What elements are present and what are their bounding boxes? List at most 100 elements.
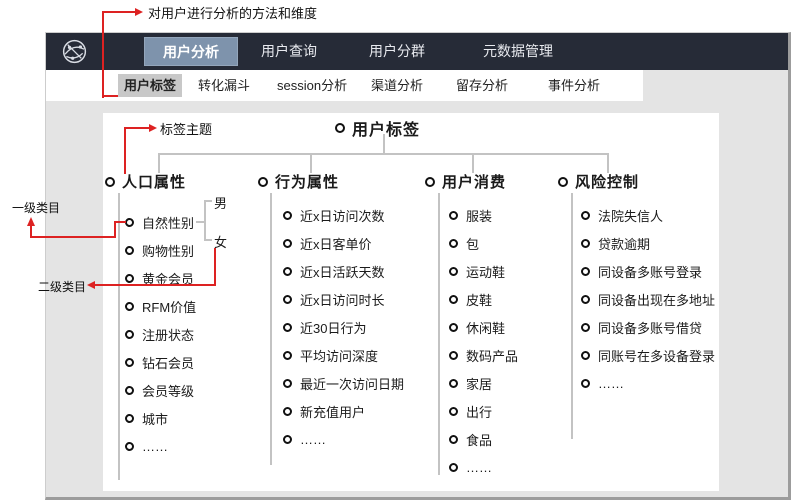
tag-value-male: 男	[214, 196, 228, 211]
node-circle-icon	[258, 176, 268, 187]
node-circle-icon	[449, 351, 458, 360]
subtab-conversion-funnel[interactable]: 转化漏斗	[198, 70, 250, 101]
annotation-analysis-methods: 对用户进行分析的方法和维度	[148, 6, 318, 21]
tree-item-label: 同账号在多设备登录	[598, 349, 716, 364]
tree-item-label: 城市	[142, 412, 169, 427]
tree-item-label: 数码产品	[466, 349, 519, 364]
annotation-arrowhead-icon	[87, 281, 95, 289]
tree-item: 贷款逾期	[581, 235, 715, 252]
tree-item-label: 休闲鞋	[466, 321, 506, 336]
subtab-user-tags[interactable]: 用户标签	[118, 74, 182, 97]
branch-heading-label: 用户消费	[442, 174, 507, 191]
tree-item: 近x日客单价	[283, 235, 404, 252]
tree-item: 平均访问深度	[283, 347, 404, 364]
node-circle-icon	[449, 295, 458, 304]
annotation-arrow-segment	[126, 127, 149, 129]
tree-item: 自然性别	[125, 214, 196, 231]
node-circle-icon	[335, 123, 345, 133]
tree-item-label: 贷款逾期	[598, 237, 651, 252]
subtab-event-analysis[interactable]: 事件分析	[548, 70, 600, 101]
node-circle-icon	[105, 176, 115, 187]
tree-item: RFM价值	[125, 298, 196, 315]
tree-item-label: 近x日访问时长	[300, 293, 385, 308]
nav-tab-user-segmentation[interactable]: 用户分群	[369, 33, 425, 70]
subtab-channel-analysis[interactable]: 渠道分析	[371, 70, 423, 101]
tree-item: ……	[125, 438, 196, 455]
tree-connector	[206, 200, 212, 202]
node-circle-icon	[283, 295, 292, 304]
node-circle-icon	[125, 330, 134, 339]
tree-root: 用户标签	[335, 116, 420, 140]
tree-connector	[204, 200, 206, 241]
tree-item: 食品	[449, 431, 518, 448]
tree-connector	[118, 193, 120, 480]
node-circle-icon	[125, 302, 134, 311]
annotation-arrowhead-icon	[135, 8, 143, 16]
tree-item: 注册状态	[125, 326, 196, 343]
node-circle-icon	[283, 323, 292, 332]
tree-item: 出行	[449, 403, 518, 420]
tree-item: 休闲鞋	[449, 319, 518, 336]
tree-item: 近x日访问时长	[283, 291, 404, 308]
tree-item-label: 服装	[466, 209, 493, 224]
annotation-tag-theme: 标签主题	[160, 122, 213, 137]
node-circle-icon	[125, 218, 134, 227]
tree-item-label: 近x日访问次数	[300, 209, 385, 224]
tree-item-label: 平均访问深度	[300, 349, 379, 364]
tree-connector	[158, 153, 160, 173]
node-circle-icon	[449, 435, 458, 444]
tree-connector	[206, 239, 212, 241]
annotation-arrow-segment	[114, 221, 116, 238]
tag-tree-card: 用户标签 人口属性 自然性别 购物性别 黄金会员 RFM价值 注册状态 钻石会员 会员等级 城市…	[103, 113, 719, 491]
node-circle-icon	[125, 274, 134, 283]
tree-item: 服装	[449, 207, 518, 224]
annotation-arrow-segment	[102, 11, 104, 98]
node-circle-icon	[581, 295, 590, 304]
node-circle-icon	[449, 323, 458, 332]
branch-heading-label: 人口属性	[122, 174, 187, 191]
tree-item-label: 同设备多账号借贷	[598, 321, 703, 336]
annotation-level1-category: 一级类目	[12, 201, 61, 215]
tree-item: ……	[283, 431, 404, 448]
tree-item: ……	[449, 459, 518, 476]
tree-item-label: 食品	[466, 433, 493, 448]
tree-item-label: ……	[466, 460, 492, 475]
tree-item-label: 会员等级	[142, 384, 195, 399]
annotation-arrow-segment	[214, 248, 216, 286]
tree-item-label: 家居	[466, 377, 493, 392]
node-circle-icon	[449, 463, 458, 472]
node-circle-icon	[581, 267, 590, 276]
node-circle-icon	[125, 246, 134, 255]
tree-item: 钻石会员	[125, 354, 196, 371]
tree-item: 近x日活跃天数	[283, 263, 404, 280]
annotation-arrow-segment	[95, 284, 216, 286]
tree-item-label: 运动鞋	[466, 265, 506, 280]
subtab-session-analysis[interactable]: session分析	[277, 70, 347, 101]
branch-demographic-attributes: 人口属性	[105, 171, 186, 192]
tree-item: 近30日行为	[283, 319, 404, 336]
tree-root-label: 用户标签	[352, 122, 421, 139]
tree-item-label: 同设备多账号登录	[598, 265, 703, 280]
subtab-retention-analysis[interactable]: 留存分析	[456, 70, 508, 101]
node-circle-icon	[581, 351, 590, 360]
node-circle-icon	[449, 211, 458, 220]
branch-user-consumption-items: 服装包运动鞋 皮鞋 休闲鞋 数码产品 家居 出行 食品 ……	[449, 207, 518, 476]
tree-item-label: RFM价值	[142, 300, 197, 315]
tree-connector	[158, 153, 609, 155]
node-circle-icon	[283, 351, 292, 360]
tree-item: 同设备多账号借贷	[581, 319, 715, 336]
tree-item-label: 新充值用户	[300, 405, 366, 420]
nav-tab-user-query[interactable]: 用户查询	[261, 33, 317, 70]
branch-risk-control: 风险控制	[558, 171, 639, 192]
node-circle-icon	[283, 211, 292, 220]
annotation-arrow-segment	[124, 127, 126, 174]
node-circle-icon	[581, 379, 590, 388]
tree-connector	[270, 193, 272, 465]
tree-connector	[438, 193, 440, 475]
tree-item-label: 购物性别	[142, 244, 195, 259]
nav-tab-metadata-management[interactable]: 元数据管理	[483, 33, 553, 70]
tree-item: 购物性别	[125, 242, 196, 259]
nav-tab-user-analysis[interactable]: 用户分析	[144, 37, 238, 66]
tree-item: 包	[449, 235, 518, 252]
tree-item-label: 近x日活跃天数	[300, 265, 385, 280]
